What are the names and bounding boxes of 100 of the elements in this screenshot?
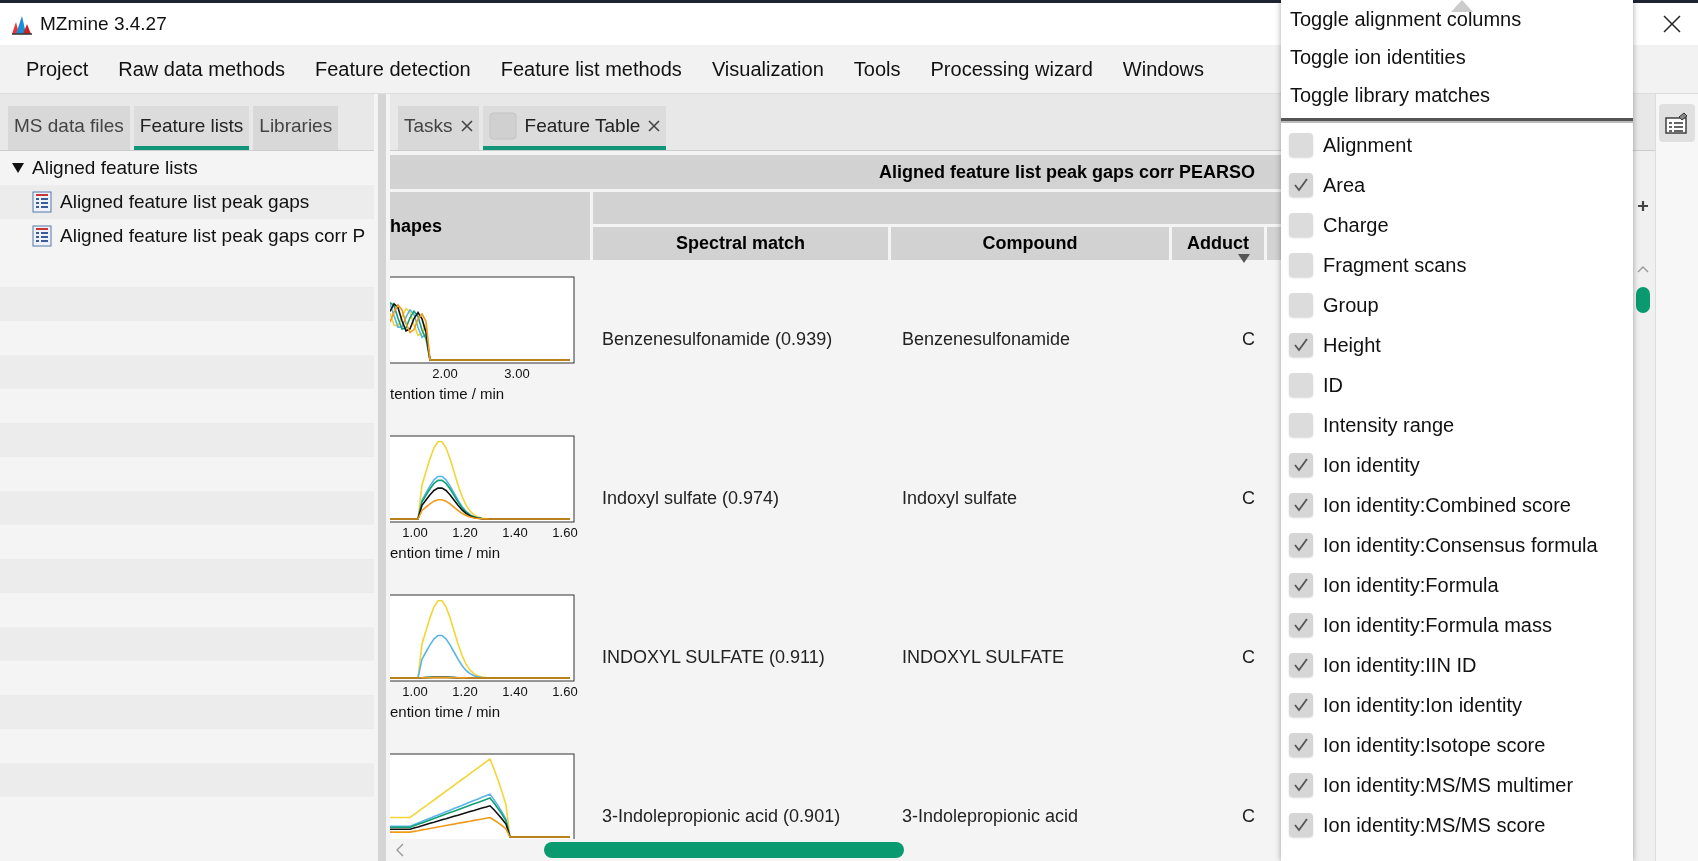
checkbox[interactable] xyxy=(1289,293,1313,317)
axis-tick-label: 3.00 xyxy=(503,365,531,381)
check-icon xyxy=(1294,578,1308,592)
checkbox[interactable] xyxy=(1289,693,1313,717)
axis-label: ention time / min xyxy=(390,544,502,561)
checkbox-item[interactable]: Area xyxy=(1281,165,1633,205)
table-cell-text: Benzenesulfonamide xyxy=(901,329,1072,350)
close-icon[interactable] xyxy=(460,120,473,132)
column-header[interactable]: hapes xyxy=(390,192,590,260)
checkbox-item[interactable]: Intensity range xyxy=(1281,405,1633,445)
checkbox-item[interactable]: Ion identity:Ion identity xyxy=(1281,685,1633,725)
toolbar-button[interactable] xyxy=(1659,104,1695,142)
axis-tick-label: 1.60 xyxy=(551,524,579,540)
menu-item[interactable]: Tools xyxy=(853,57,901,81)
window-title: MZmine 3.4.27 xyxy=(40,13,167,35)
menu-item[interactable]: Feature detection xyxy=(315,57,471,81)
checkbox-item[interactable]: Ion identity:MS/MS multimer xyxy=(1281,765,1633,805)
tab[interactable]: Libraries xyxy=(253,106,339,150)
checkbox-item[interactable]: Fragment scans xyxy=(1281,245,1633,285)
menu-item[interactable]: Raw data methods xyxy=(118,57,285,81)
check-icon xyxy=(1294,458,1308,472)
checkbox[interactable] xyxy=(1289,813,1313,837)
table-cell-text: 3-Indolepropionic acid xyxy=(901,806,1080,827)
check-icon xyxy=(1294,818,1308,832)
checkbox[interactable] xyxy=(1289,253,1313,277)
menu-item[interactable]: Processing wizard xyxy=(930,57,1093,81)
checkbox-item[interactable]: Group xyxy=(1281,285,1633,325)
checkbox-item[interactable]: Ion identity xyxy=(1281,445,1633,485)
close-icon[interactable] xyxy=(648,120,661,132)
axis-tick-label: 1.40 xyxy=(501,683,529,699)
checkbox[interactable] xyxy=(1289,653,1313,677)
checkbox[interactable] xyxy=(1289,573,1313,597)
sort-icon xyxy=(1238,254,1250,263)
tab[interactable]: Feature Table xyxy=(482,106,667,150)
column-header[interactable]: Compound xyxy=(891,227,1169,260)
list-icon xyxy=(32,225,52,247)
menu-item[interactable]: Toggle library matches xyxy=(1281,76,1633,114)
table-cell-text: INDOXYL SULFATE (0.911) xyxy=(601,647,826,668)
check-icon xyxy=(1294,338,1308,352)
scroll-left-icon[interactable] xyxy=(396,843,404,857)
menu-item[interactable]: Visualization xyxy=(711,57,824,81)
expand-icon[interactable] xyxy=(12,162,24,174)
add-icon[interactable] xyxy=(1638,201,1648,211)
table-cell-text: INDOXYL SULFATE xyxy=(901,647,1066,668)
checkbox-item[interactable]: Ion identity:Formula xyxy=(1281,565,1633,605)
tab[interactable]: MS data files xyxy=(8,106,130,150)
check-icon xyxy=(1294,778,1308,792)
menu-item[interactable]: Windows xyxy=(1122,57,1204,81)
check-icon xyxy=(1294,618,1308,632)
checkbox-item[interactable]: Ion identity:MS/MS score xyxy=(1281,805,1633,845)
check-icon xyxy=(1294,658,1308,672)
checkbox-item[interactable]: Ion identity:Isotope score xyxy=(1281,725,1633,765)
tab[interactable]: Feature lists xyxy=(133,106,250,150)
table-cell-text: Indoxyl sulfate xyxy=(901,488,1019,509)
table-cell-text: C xyxy=(1241,488,1256,509)
checkbox-item[interactable]: Ion identity:IIN ID xyxy=(1281,645,1633,685)
axis-tick-label: 1.20 xyxy=(451,524,479,540)
checkbox[interactable] xyxy=(1289,613,1313,637)
checkbox[interactable] xyxy=(1289,333,1313,357)
checkbox-item[interactable]: Charge xyxy=(1281,205,1633,245)
axis-tick-label: 1.00 xyxy=(401,683,429,699)
column-header[interactable]: Spectral match xyxy=(593,227,888,260)
scrollbar-thumb[interactable] xyxy=(544,842,904,858)
checkbox[interactable] xyxy=(1289,773,1313,797)
checkbox[interactable] xyxy=(1289,213,1313,237)
check-icon xyxy=(1294,738,1308,752)
checkbox[interactable] xyxy=(1289,373,1313,397)
table-cell-text: C xyxy=(1241,647,1256,668)
close-icon[interactable] xyxy=(1662,14,1682,34)
checkbox[interactable] xyxy=(1289,133,1313,157)
checkbox-item[interactable]: Height xyxy=(1281,325,1633,365)
check-icon xyxy=(1294,698,1308,712)
checkbox[interactable] xyxy=(1289,533,1313,557)
checkbox[interactable] xyxy=(1289,413,1313,437)
checkbox-item[interactable]: Ion identity:Formula mass xyxy=(1281,605,1633,645)
column-header[interactable]: Adduct xyxy=(1172,227,1264,260)
checkbox[interactable] xyxy=(1289,733,1313,757)
axis-tick-label: 1.00 xyxy=(401,524,429,540)
axis-label: ention time / min xyxy=(390,703,502,720)
axis-tick-label: 2.00 xyxy=(431,365,459,381)
menu-item[interactable]: Project xyxy=(26,57,89,81)
check-icon xyxy=(1294,178,1308,192)
table-settings-icon xyxy=(1665,112,1689,134)
menu-item[interactable]: Feature list methods xyxy=(500,57,682,81)
checkbox-item[interactable]: Ion identity:Combined score xyxy=(1281,485,1633,525)
axis-tick-label: 1.60 xyxy=(551,683,579,699)
checkbox-item[interactable]: ID xyxy=(1281,365,1633,405)
checkbox-item[interactable]: Alignment xyxy=(1281,125,1633,165)
checkbox[interactable] xyxy=(1289,493,1313,517)
tab[interactable]: Tasks xyxy=(398,106,479,150)
table-cell-text: C xyxy=(1241,329,1256,350)
axis-label: tention time / min xyxy=(390,385,506,402)
scrollbar-thumb[interactable] xyxy=(1636,287,1650,313)
checkbox[interactable] xyxy=(1289,453,1313,477)
menu-item[interactable]: Toggle ion identities xyxy=(1281,38,1633,76)
menu-item[interactable]: Toggle alignment columns xyxy=(1281,0,1633,38)
axis-tick-label: 1.40 xyxy=(501,524,529,540)
check-icon xyxy=(1294,498,1308,512)
checkbox[interactable] xyxy=(1289,173,1313,197)
checkbox-item[interactable]: Ion identity:Consensus formula xyxy=(1281,525,1633,565)
